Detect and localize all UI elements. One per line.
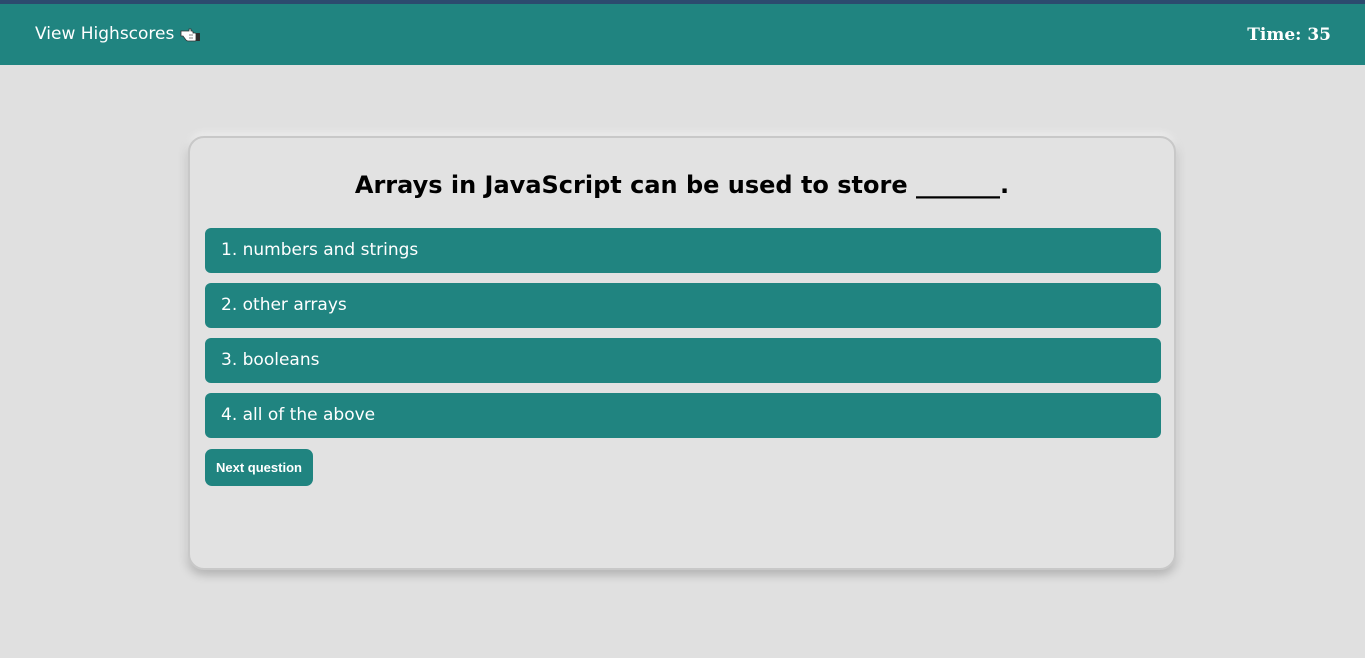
answer-list: 1. numbers and strings 2. other arrays 3… — [205, 228, 1161, 448]
answer-button-2[interactable]: 2. other arrays — [205, 283, 1161, 328]
pointing-hand-icon — [180, 25, 202, 43]
answer-button-4[interactable]: 4. all of the above — [205, 393, 1161, 438]
view-highscores-label: View Highscores — [35, 24, 175, 44]
timer-label: Time: — [1247, 25, 1308, 45]
question-text: Arrays in JavaScript can be used to stor… — [354, 171, 1010, 199]
answer-button-1[interactable]: 1. numbers and strings — [205, 228, 1161, 273]
view-highscores-link[interactable]: View Highscores — [35, 24, 202, 44]
timer-display: Time: 35 — [1247, 25, 1331, 45]
timer-value: 35 — [1307, 25, 1331, 45]
quiz-card: Arrays in JavaScript can be used to stor… — [188, 136, 1176, 570]
top-navbar: View Highscores Time: 35 — [0, 4, 1365, 65]
answer-button-3[interactable]: 3. booleans — [205, 338, 1161, 383]
next-question-button[interactable]: Next question — [205, 449, 313, 486]
